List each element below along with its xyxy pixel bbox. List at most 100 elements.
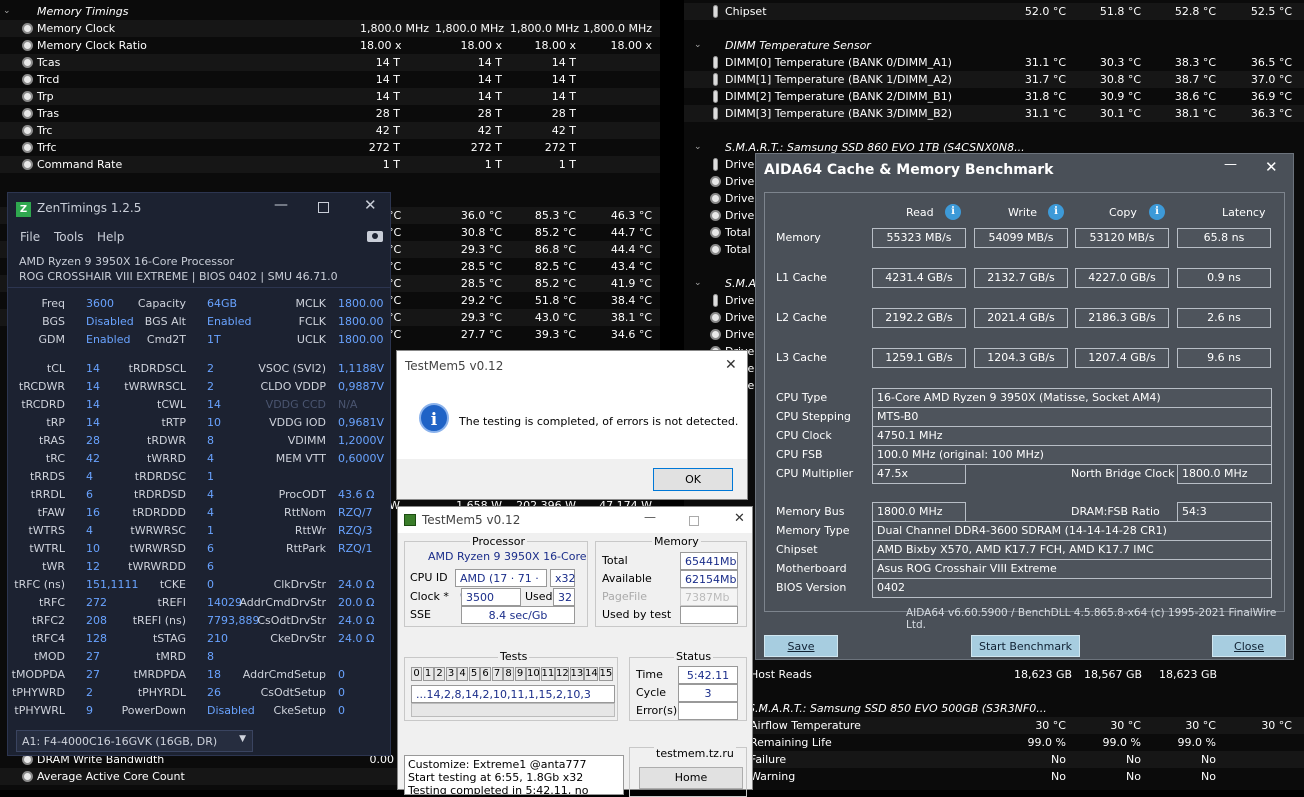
sensor-row[interactable]: Drive R (684, 190, 765, 207)
site-label: testmem.tz.ru (654, 747, 736, 760)
minimize-icon[interactable]: — (644, 510, 656, 524)
info-label: Memory Type (776, 524, 850, 537)
chevron-down-icon: ▼ (239, 734, 246, 744)
sensor-value: 85.2 °C (534, 226, 576, 239)
timing-value: 0,6000V (338, 452, 385, 465)
sensor-row-dimm[interactable]: DIMM[3] Temperature (BANK 3/DIMM_B2) 31.1… (684, 105, 1304, 122)
minimize-icon[interactable]: — (274, 197, 288, 213)
sensor-row-dimm[interactable]: DIMM[0] Temperature (BANK 0/DIMM_A1) 31.1… (684, 54, 1304, 71)
dimm-select[interactable]: A1: F4-4000C16-16GVK (16GB, DR) ▼ (16, 730, 253, 752)
sensor-row-dimm[interactable]: DIMM[2] Temperature (BANK 2/DIMM_B1) 31.8… (684, 88, 1304, 105)
sensor-value: No (1126, 753, 1141, 766)
sensor-row[interactable]: Drive R (684, 309, 765, 326)
sensor-value: 14 T (551, 90, 576, 103)
sensor-value: 99.0 % (1102, 736, 1141, 749)
timing-label: VDDG IOD (269, 416, 326, 429)
sensor-name: Warning (750, 770, 796, 783)
timing-label: BGS Alt (144, 315, 186, 328)
sensor-row[interactable]: Failure No No No (684, 751, 1304, 768)
menu-help[interactable]: Help (97, 230, 124, 244)
bench-value: 1207.4 GB/s (1075, 348, 1169, 368)
menu-file[interactable]: File (20, 230, 40, 244)
close-button[interactable]: Close (1212, 635, 1286, 657)
timing-value: 6 (86, 488, 93, 501)
home-button[interactable]: Home (639, 767, 743, 789)
timing-label: VDDG CCD (265, 398, 326, 411)
sensor-value: 1,800.0 MHz (510, 22, 580, 35)
sensor-row[interactable]: Airflow Temperature 30 °C 30 °C 30 °C 30 °C (684, 717, 1304, 734)
timing-label: tRRDS (29, 470, 65, 483)
sensor-row[interactable]: Trc 42 T 42 T 42 T (0, 122, 660, 139)
info-icon[interactable]: i (945, 204, 961, 220)
chevron-down-icon[interactable]: ⌄ (694, 275, 702, 292)
sensor-row-dimm[interactable]: DIMM[1] Temperature (BANK 1/DIMM_A2) 31.7… (684, 71, 1304, 88)
timing-value: 6 (207, 560, 214, 573)
sensor-row[interactable]: Total H (684, 224, 762, 241)
sensor-row[interactable]: Drive A (684, 156, 765, 173)
sensor-row[interactable]: Tras 28 T 28 T 28 T (0, 105, 660, 122)
bench-row-label: L3 Cache (776, 351, 827, 364)
sensor-row[interactable]: Trfc 272 T 272 T 272 T (0, 139, 660, 156)
timing-value: 1 (207, 524, 214, 537)
sensor-group-smart-850[interactable]: S.M.A.R.T.: Samsung SSD 850 EVO 500GB (S… (684, 700, 1304, 717)
close-icon[interactable]: ✕ (725, 357, 737, 373)
timing-value: 14 (86, 416, 100, 429)
screenshot-camera-icon[interactable] (367, 231, 383, 242)
timing-label: PowerDown (121, 704, 186, 717)
sensor-value: 30 °C (1261, 719, 1292, 732)
sensor-value: 14 T (375, 90, 400, 103)
sensor-row[interactable]: Total H (684, 241, 762, 258)
close-icon[interactable]: ✕ (364, 196, 377, 214)
maximize-icon[interactable] (318, 202, 329, 213)
bench-value: 4231.4 GB/s (872, 268, 966, 288)
info-icon[interactable]: i (1048, 204, 1064, 220)
sensor-row[interactable]: Drive A (684, 292, 765, 309)
sensor-name: Chipset (725, 5, 767, 18)
sensor-row[interactable]: Trp 14 T 14 T 14 T (0, 88, 660, 105)
chevron-down-icon[interactable]: ⌄ (3, 3, 11, 20)
sensor-row-host-reads[interactable]: Host Reads 18,623 GB 18,567 GB 18,623 GB (684, 666, 1304, 683)
bench-row-label: Memory (776, 231, 821, 244)
timing-value: 151,1111 (86, 578, 139, 591)
sensor-row[interactable]: Command Rate 1 T 1 T 1 T (0, 156, 660, 173)
timing-label: tWRWRDD (128, 560, 186, 573)
minimize-icon[interactable]: — (1224, 157, 1237, 172)
errors-label: Error(s) (636, 704, 678, 717)
sensor-row[interactable]: Tcas 14 T 14 T 14 T (0, 54, 660, 71)
timing-value: 1T (207, 333, 221, 346)
sensor-row[interactable]: Memory Clock 1,800.0 MHz 1,800.0 MHz 1,800.… (0, 20, 660, 37)
sensor-row[interactable]: Memory Clock Ratio 18.00 x 18.00 x 18.00 x 1… (0, 37, 660, 54)
sensor-row[interactable]: Warning No No No (684, 768, 1304, 785)
sensor-row[interactable]: Drive R (684, 326, 765, 343)
sensor-value: 18.00 x (610, 39, 653, 52)
sensor-name: DIMM[3] Temperature (BANK 3/DIMM_B2) (725, 107, 952, 120)
sensor-group-memory-timings[interactable]: ⌄ Memory Timings (0, 3, 660, 20)
sensor-row-chipset[interactable]: Chipset 52.0 °C 51.8 °C 52.8 °C 52.5 °C (684, 3, 1304, 20)
sensor-name: Trcd (37, 73, 60, 86)
sensor-value: 14 T (375, 73, 400, 86)
sensor-row[interactable]: Trcd 14 T 14 T 14 T (0, 71, 660, 88)
sensor-row[interactable]: Drive R (684, 173, 765, 190)
close-icon[interactable]: ✕ (1265, 158, 1278, 176)
cycle-field: 3 (678, 684, 738, 702)
timing-label: tREFI (ns) (132, 614, 186, 627)
sensor-row[interactable]: Drive W (684, 207, 769, 224)
sensor-value: 99.0 % (1027, 736, 1066, 749)
sensor-row[interactable]: Remaining Life 99.0 % 99.0 % 99.0 % (684, 734, 1304, 751)
ok-button[interactable]: OK (653, 468, 733, 491)
maximize-icon[interactable] (689, 516, 699, 526)
sensor-group-smart[interactable]: ⌄ S.M.A (684, 275, 756, 292)
menu-tools[interactable]: Tools (54, 230, 84, 244)
thermometer-icon (713, 107, 718, 120)
chevron-down-icon[interactable]: ⌄ (694, 139, 702, 156)
test-number: 7 (491, 667, 503, 681)
info-icon[interactable]: i (1149, 204, 1165, 220)
save-button[interactable]: Save (764, 635, 838, 657)
info-value: 1800.0 MHz (872, 502, 966, 522)
timing-value: 2 (207, 380, 214, 393)
chevron-down-icon[interactable]: ⌄ (694, 37, 702, 54)
thermometer-icon (713, 56, 718, 69)
start-benchmark-button[interactable]: Start Benchmark (971, 635, 1080, 657)
sensor-group-dimm[interactable]: ⌄ DIMM Temperature Sensor (684, 37, 1304, 54)
close-icon[interactable]: ✕ (734, 511, 745, 526)
